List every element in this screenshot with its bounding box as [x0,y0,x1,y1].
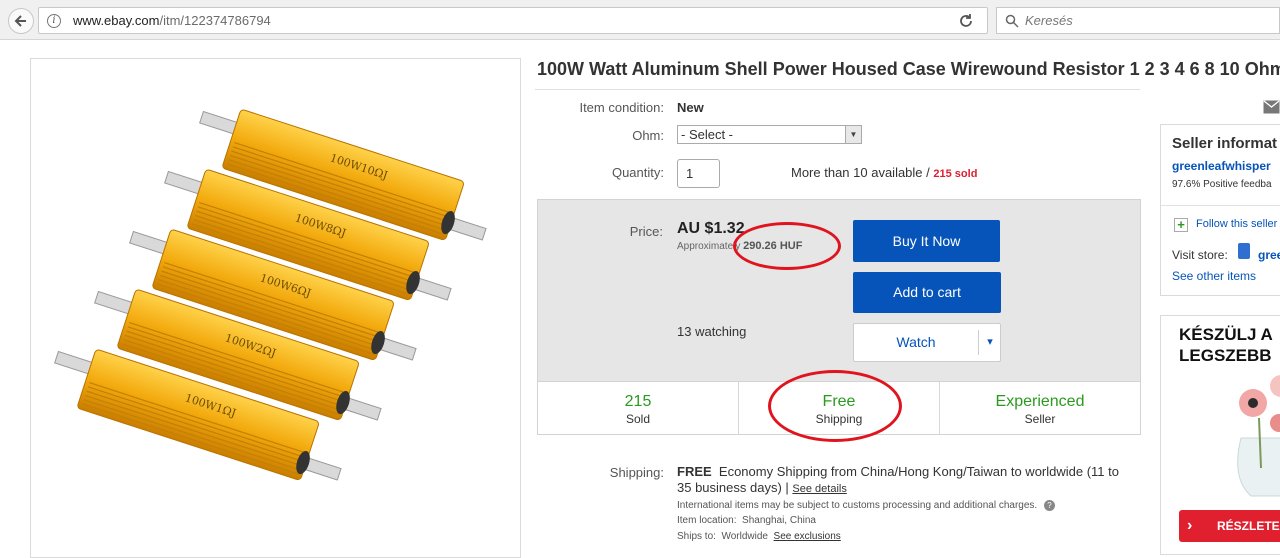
store-link[interactable]: gree [1258,248,1280,262]
location-label: Item location: [677,515,737,526]
chevron-down-icon: ▼ [845,126,861,143]
seller-feedback: 97.6% Positive feedba [1172,179,1272,190]
reload-icon[interactable] [958,13,974,29]
watch-label: Watch [896,334,936,350]
seller-heading: Seller informat [1172,135,1278,152]
arrow-left-icon [14,15,26,27]
title-divider [535,89,1140,90]
address-bar[interactable]: i www.ebay.com/itm/122374786794 [38,7,988,34]
price-label: Price: [629,224,663,239]
add-to-cart-button[interactable]: Add to cart [853,272,1001,313]
product-image-panel[interactable]: 100W10ΩJ 100W8ΩJ 100W6ΩJ 100W2ΩJ 100W1ΩJ [30,58,521,558]
sold-count-link[interactable]: 215 sold [933,168,977,180]
ships-to-label: Ships to: [677,531,716,542]
shipping-label: Shipping: [609,465,664,480]
product-image: 100W10ΩJ100W8ΩJ100W6ΩJ100W2ΩJ100W1ΩJ [54,109,487,481]
browser-toolbar: i www.ebay.com/itm/122374786794 Keresés [0,0,1280,40]
stat-sold-label: Sold [625,412,651,426]
location-value: Shanghai, China [742,515,816,526]
watch-button[interactable]: Watch ▾ [853,323,1001,362]
url-domain: www.ebay.com [73,13,160,28]
condition-value: New [677,100,704,115]
see-exclusions-link[interactable]: See exclusions [774,531,841,542]
advertisement[interactable]: KÉSZÜLJ A LEGSZEBB › RÉSZLETE [1160,315,1280,555]
price-value: AU $1.32 [677,220,745,237]
shipping-summary: FREE Economy Shipping from China/Hong Ko… [677,464,1137,497]
quantity-input[interactable]: 1 [677,159,720,188]
chevron-right-icon: › [1187,517,1193,534]
ships-to-value: Worldwide [721,531,768,542]
ad-line-2: LEGSZEBB [1179,346,1272,365]
shipping-free: FREE [677,464,712,479]
shipping-text: Economy Shipping from China/Hong Kong/Ta… [677,464,1119,495]
search-icon [1005,14,1019,28]
email-icon[interactable] [1263,100,1280,114]
buy-it-now-button[interactable]: Buy It Now [853,220,1000,262]
seller-info-panel: Seller informat greenleafwhisper 97.6% P… [1160,124,1280,296]
info-icon[interactable]: i [47,13,61,28]
stat-seller-label: Seller [1024,412,1056,426]
annotation-circle-price [733,222,841,270]
item-location: Item location: Shanghai, China [677,515,816,526]
stat-sold: 215 Sold [538,382,738,435]
store-icon [1238,243,1250,259]
approx-prefix: Approximately [677,241,741,252]
search-placeholder: Keresés [1025,13,1073,28]
ad-button-label: RÉSZLETE [1217,519,1280,533]
ad-line-1: KÉSZÜLJ A [1179,325,1273,344]
search-bar[interactable]: Keresés [996,7,1280,34]
customs-note: International items may be subject to cu… [677,500,1055,511]
stat-sold-value: 215 [624,393,652,410]
seller-name-link[interactable]: greenleafwhisper [1172,159,1271,173]
ad-details-button[interactable]: › RÉSZLETE [1179,510,1280,542]
visit-store-label: Visit store: [1172,248,1228,262]
flower-vase-image [1237,375,1280,497]
availability-text: More than 10 available / 215 sold [791,165,977,180]
annotation-circle-shipping [768,370,902,442]
seller-divider [1161,205,1280,206]
customs-text: International items may be subject to cu… [677,500,1038,512]
watching-count: 13 watching [677,324,747,339]
item-title: 100W Watt Aluminum Shell Power Housed Ca… [537,59,1280,79]
back-button[interactable] [8,8,34,34]
help-icon[interactable]: ? [1043,500,1055,511]
watch-dropdown-icon[interactable]: ▾ [979,324,1001,361]
url-text: www.ebay.com/itm/122374786794 [73,13,271,28]
ohm-label: Ohm: [632,128,664,143]
ohm-select[interactable]: - Select - ▼ [677,125,862,144]
ad-headline: KÉSZÜLJ A LEGSZEBB [1179,324,1273,366]
plus-icon[interactable]: + [1174,218,1188,232]
see-details-link[interactable]: See details [792,483,846,495]
ships-to: Ships to: Worldwide See exclusions [677,531,841,542]
ohm-selected-value: - Select - [681,127,734,142]
availability-count: More than 10 available / [791,165,930,180]
url-path: /itm/122374786794 [159,13,271,28]
condition-label: Item condition: [579,100,664,115]
follow-seller-link[interactable]: Follow this seller [1196,218,1277,230]
stat-seller: Experienced Seller [940,382,1140,435]
quantity-label: Quantity: [611,165,664,180]
see-other-items-link[interactable]: See other items [1172,269,1256,283]
stat-seller-value: Experienced [995,393,1085,410]
